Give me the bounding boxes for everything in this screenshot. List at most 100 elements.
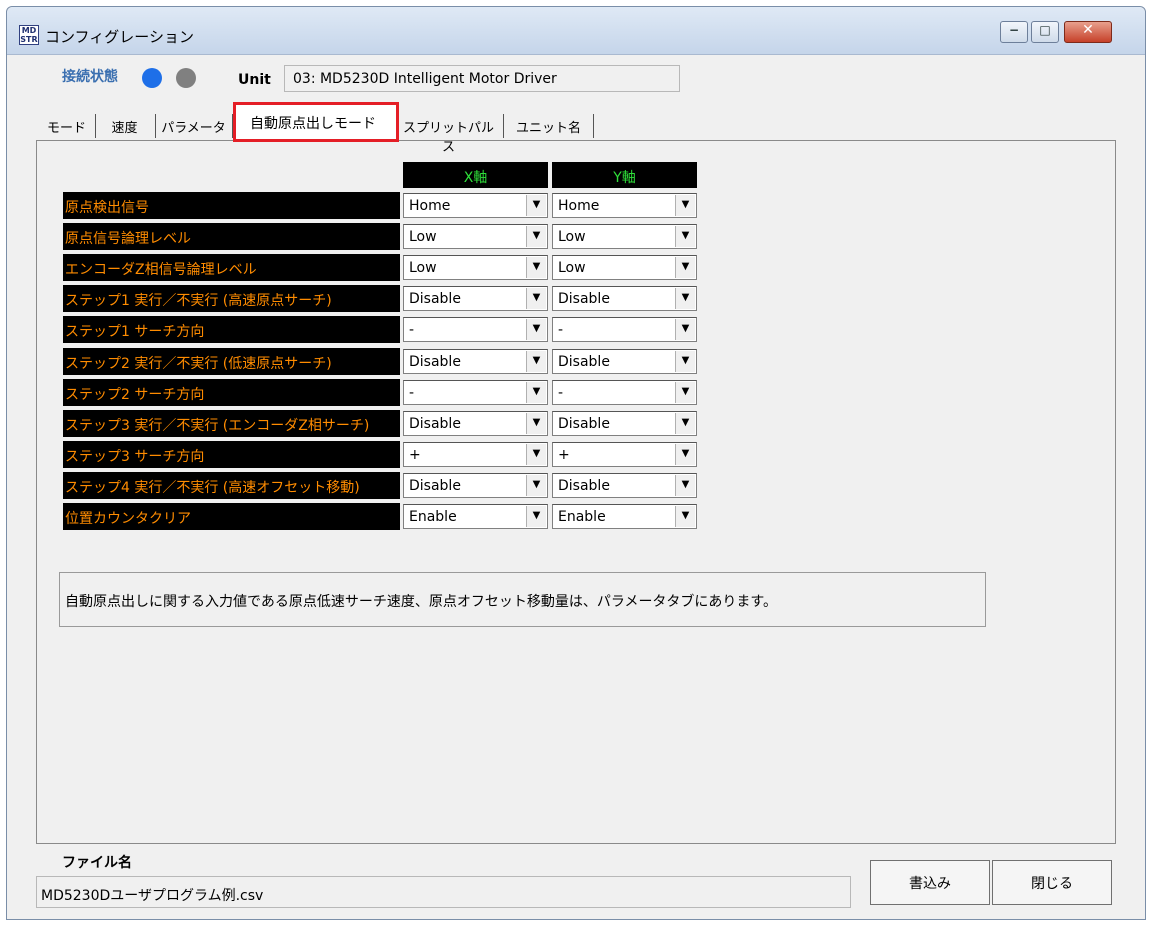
y-axis-select[interactable]: + ▼	[552, 442, 697, 467]
dropdown-arrow-icon[interactable]: ▼	[526, 413, 546, 434]
y-axis-select[interactable]: - ▼	[552, 380, 697, 405]
dropdown-arrow-icon[interactable]: ▼	[526, 257, 546, 278]
dropdown-arrow-icon[interactable]: ▼	[675, 351, 695, 372]
setting-label: ステップ3 サーチ方向	[63, 441, 400, 468]
setting-label: ステップ4 実行／不実行 (高速オフセット移動)	[63, 472, 400, 499]
dropdown-arrow-icon[interactable]: ▼	[675, 195, 695, 216]
y-axis-select[interactable]: Disable ▼	[552, 286, 697, 311]
y-axis-select[interactable]: - ▼	[552, 317, 697, 342]
select-value: Low	[558, 260, 586, 276]
x-axis-select[interactable]: Disable ▼	[403, 411, 548, 436]
x-axis-select[interactable]: Disable ▼	[403, 349, 548, 374]
dropdown-arrow-icon[interactable]: ▼	[526, 382, 546, 403]
setting-label: 原点信号論理レベル	[63, 223, 400, 250]
select-value: -	[558, 385, 564, 401]
select-value: Disable	[558, 291, 610, 307]
x-axis-header: X軸	[403, 162, 548, 188]
x-axis-select[interactable]: Low ▼	[403, 255, 548, 280]
select-value: Disable	[409, 478, 461, 494]
dropdown-arrow-icon[interactable]: ▼	[675, 226, 695, 247]
y-axis-select[interactable]: Disable ▼	[552, 411, 697, 436]
app-logo-icon: MD STR	[19, 25, 39, 45]
info-note: 自動原点出しに関する入力値である原点低速サーチ速度、原点オフセット移動量は、パラ…	[59, 572, 986, 627]
setting-label: ステップ2 実行／不実行 (低速原点サーチ)	[63, 348, 400, 375]
setting-label: エンコーダZ相信号論理レベル	[63, 254, 400, 281]
dropdown-arrow-icon[interactable]: ▼	[526, 475, 546, 496]
x-axis-select[interactable]: Home ▼	[403, 193, 548, 218]
dropdown-arrow-icon[interactable]: ▼	[526, 195, 546, 216]
dropdown-arrow-icon[interactable]: ▼	[526, 444, 546, 465]
x-axis-select[interactable]: + ▼	[403, 442, 548, 467]
select-value: Low	[558, 229, 586, 245]
tab-speed[interactable]: 速度	[100, 114, 156, 138]
dropdown-arrow-icon[interactable]: ▼	[675, 475, 695, 496]
select-value: -	[409, 385, 415, 401]
y-axis-select[interactable]: Home ▼	[552, 193, 697, 218]
title-bar[interactable]: MD STR コンフィグレーション − □ ✕	[7, 7, 1145, 55]
dropdown-arrow-icon[interactable]: ▼	[675, 413, 695, 434]
tab-unit-name[interactable]: ユニット名	[510, 114, 594, 138]
y-axis-select[interactable]: Disable ▼	[552, 473, 697, 498]
dropdown-arrow-icon[interactable]: ▼	[526, 506, 546, 527]
select-value: +	[558, 447, 570, 463]
close-window-button[interactable]: ✕	[1064, 21, 1112, 43]
select-value: Disable	[409, 354, 461, 370]
window-title: コンフィグレーション	[45, 28, 194, 46]
dropdown-arrow-icon[interactable]: ▼	[526, 319, 546, 340]
select-value: Disable	[558, 354, 610, 370]
minimize-button[interactable]: −	[1000, 21, 1028, 43]
select-value: Disable	[558, 478, 610, 494]
setting-label: 位置カウンタクリア	[63, 503, 400, 530]
tab-mode[interactable]: モード	[44, 114, 96, 138]
y-axis-select[interactable]: Low ▼	[552, 255, 697, 280]
dropdown-arrow-icon[interactable]: ▼	[675, 444, 695, 465]
dropdown-arrow-icon[interactable]: ▼	[675, 257, 695, 278]
select-value: Home	[409, 198, 451, 214]
tab-split-pulse[interactable]: スプリットパルス	[400, 114, 504, 155]
y-axis-header: Y軸	[552, 162, 697, 188]
setting-label: ステップ1 サーチ方向	[63, 316, 400, 343]
select-value: -	[558, 322, 564, 338]
maximize-button[interactable]: □	[1031, 21, 1059, 43]
y-axis-select[interactable]: Disable ▼	[552, 349, 697, 374]
tab-parameters[interactable]: パラメータ	[161, 114, 233, 138]
tab-auto-homing[interactable]: 自動原点出しモード	[233, 102, 399, 142]
dropdown-arrow-icon[interactable]: ▼	[526, 226, 546, 247]
select-value: Low	[409, 260, 437, 276]
unit-label: Unit	[238, 72, 271, 88]
y-axis-select[interactable]: Low ▼	[552, 224, 697, 249]
dropdown-arrow-icon[interactable]: ▼	[675, 288, 695, 309]
file-name-label: ファイル名	[62, 855, 132, 871]
select-value: -	[409, 322, 415, 338]
select-value: +	[409, 447, 421, 463]
select-value: Enable	[409, 509, 457, 525]
x-axis-select[interactable]: Enable ▼	[403, 504, 548, 529]
select-value: Home	[558, 198, 600, 214]
select-value: Disable	[558, 416, 610, 432]
minimize-icon: −	[1008, 23, 1020, 37]
select-value: Disable	[409, 291, 461, 307]
setting-label: ステップ2 サーチ方向	[63, 379, 400, 406]
connected-indicator-icon	[142, 68, 162, 88]
x-axis-select[interactable]: Disable ▼	[403, 473, 548, 498]
close-button[interactable]: 閉じる	[992, 860, 1112, 905]
select-value: Enable	[558, 509, 606, 525]
disconnected-indicator-icon	[176, 68, 196, 88]
dropdown-arrow-icon[interactable]: ▼	[675, 382, 695, 403]
dropdown-arrow-icon[interactable]: ▼	[526, 351, 546, 372]
connection-status-label: 接続状態	[62, 69, 118, 85]
close-icon: ✕	[1082, 22, 1094, 38]
setting-label: 原点検出信号	[63, 192, 400, 219]
dropdown-arrow-icon[interactable]: ▼	[526, 288, 546, 309]
dropdown-arrow-icon[interactable]: ▼	[675, 319, 695, 340]
select-value: Low	[409, 229, 437, 245]
dropdown-arrow-icon[interactable]: ▼	[675, 506, 695, 527]
y-axis-select[interactable]: Enable ▼	[552, 504, 697, 529]
setting-label: ステップ1 実行／不実行 (高速原点サーチ)	[63, 285, 400, 312]
x-axis-select[interactable]: Disable ▼	[403, 286, 548, 311]
x-axis-select[interactable]: Low ▼	[403, 224, 548, 249]
write-button[interactable]: 書込み	[870, 860, 990, 905]
unit-field: 03: MD5230D Intelligent Motor Driver	[284, 65, 680, 92]
x-axis-select[interactable]: - ▼	[403, 317, 548, 342]
x-axis-select[interactable]: - ▼	[403, 380, 548, 405]
